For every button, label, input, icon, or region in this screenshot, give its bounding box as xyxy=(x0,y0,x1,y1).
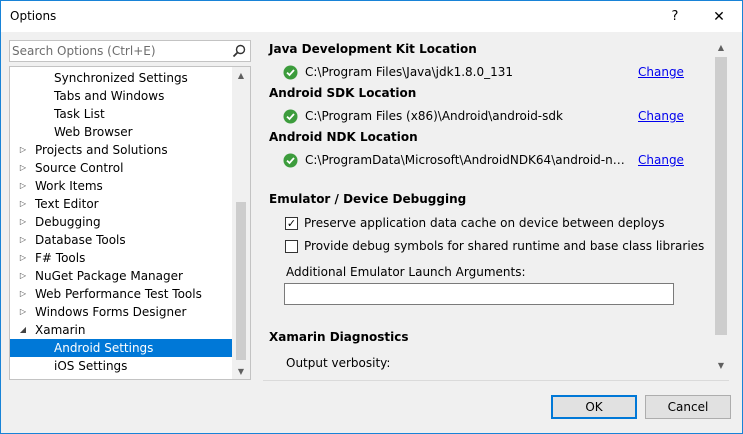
emulator-heading: Emulator / Device Debugging xyxy=(269,192,467,206)
jdk-row: C:\Program Files\Java\jdk1.8.0_131 Chang… xyxy=(283,64,684,82)
android-sdk-row: C:\Program Files (x86)\Android\android-s… xyxy=(283,108,684,126)
tree-item[interactable]: Web Browser xyxy=(10,123,232,141)
collapsed-arrow-icon[interactable]: ▷ xyxy=(18,303,28,321)
tree-item[interactable]: ▷ Windows Forms Designer xyxy=(10,303,232,321)
collapsed-arrow-icon[interactable]: ▷ xyxy=(18,213,28,231)
collapsed-arrow-icon[interactable]: ▷ xyxy=(18,249,28,267)
divider xyxy=(263,380,729,381)
tree-item-label: Source Control xyxy=(35,161,124,175)
tree-item-label: Tabs and Windows xyxy=(54,89,165,103)
search-icon[interactable] xyxy=(232,44,246,58)
expanded-arrow-icon[interactable]: ◢ xyxy=(18,321,28,339)
tree-item-label: Xamarin xyxy=(35,323,86,337)
title-bar[interactable]: Options ? ✕ xyxy=(1,1,742,32)
tree-item-label: Work Items xyxy=(35,179,103,193)
tree-item[interactable]: Android Settings xyxy=(10,339,232,357)
android-sdk-change-link[interactable]: Change xyxy=(638,109,684,123)
close-button[interactable]: ✕ xyxy=(703,1,735,32)
android-ndk-heading: Android NDK Location xyxy=(269,130,418,144)
preserve-cache-checkbox[interactable]: ✓ xyxy=(285,217,298,230)
settings-scroll-down-button[interactable]: ▼ xyxy=(713,357,729,373)
tree-item-label: Database Tools xyxy=(35,233,126,247)
collapsed-arrow-icon[interactable]: ▷ xyxy=(18,285,28,303)
preserve-cache-option[interactable]: ✓ Preserve application data cache on dev… xyxy=(285,216,705,232)
tree-item[interactable]: ▷ NuGet Package Manager xyxy=(10,267,232,285)
tree-item-label: F# Tools xyxy=(35,251,86,265)
settings-scroll-thumb[interactable] xyxy=(715,57,727,335)
android-ndk-row: C:\ProgramData\Microsoft\AndroidNDK64\an… xyxy=(283,152,684,170)
tree-item-label: Web Browser xyxy=(54,125,133,139)
verbosity-label: Output verbosity: xyxy=(286,356,391,370)
debug-symbols-checkbox[interactable] xyxy=(285,240,298,253)
options-dialog: Options ? ✕ iOS Settings Android Settings… xyxy=(0,0,743,434)
settings-scroll-up-button[interactable]: ▲ xyxy=(713,39,729,55)
collapsed-arrow-icon[interactable]: ▷ xyxy=(18,231,28,249)
tree-item-label: Task List xyxy=(54,107,105,121)
success-check-icon xyxy=(283,65,298,80)
tree-item-label: Synchronized Settings xyxy=(54,71,188,85)
tree-item-label: Windows Forms Designer xyxy=(35,305,187,319)
options-tree[interactable]: iOS Settings Android Settings ◢ Xamarin ▷ Win… xyxy=(9,66,251,380)
tree-scroll-up-button[interactable]: ▲ xyxy=(232,67,250,83)
jdk-path: C:\Program Files\Java\jdk1.8.0_131 xyxy=(305,65,514,79)
tree-item[interactable]: ▷ Text Editor xyxy=(10,195,232,213)
cancel-button[interactable]: Cancel xyxy=(645,395,731,419)
tree-item[interactable]: Synchronized Settings xyxy=(10,69,232,87)
tree-scrollbar[interactable]: ▲ ▼ xyxy=(232,67,250,379)
tree-item-label: Debugging xyxy=(35,215,101,229)
jdk-heading: Java Development Kit Location xyxy=(269,42,477,56)
tree-item[interactable]: ▷ Projects and Solutions xyxy=(10,141,232,159)
tree-item[interactable]: ▷ Source Control xyxy=(10,159,232,177)
help-button[interactable]: ? xyxy=(659,1,691,32)
preserve-cache-label[interactable]: Preserve application data cache on devic… xyxy=(304,216,665,230)
android-sdk-heading: Android SDK Location xyxy=(269,86,417,100)
launch-args-input[interactable] xyxy=(284,283,674,305)
debug-symbols-option[interactable]: Provide debug symbols for shared runtime… xyxy=(285,239,705,255)
tree-item[interactable]: ▷ Web Performance Test Tools xyxy=(10,285,232,303)
android-sdk-path: C:\Program Files (x86)\Android\android-s… xyxy=(305,109,563,123)
tree-scroll-down-button[interactable]: ▼ xyxy=(232,363,250,379)
debug-symbols-label[interactable]: Provide debug symbols for shared runtime… xyxy=(304,239,704,253)
tree-item[interactable]: iOS Settings xyxy=(10,357,232,375)
ok-button[interactable]: OK xyxy=(551,395,637,419)
jdk-change-link[interactable]: Change xyxy=(638,65,684,79)
tree-item-label: Text Editor xyxy=(35,197,99,211)
tree-scroll-thumb[interactable] xyxy=(236,202,246,360)
collapsed-arrow-icon[interactable]: ▷ xyxy=(18,141,28,159)
tree-item-label: Web Performance Test Tools xyxy=(35,287,202,301)
tree-item-label: Android Settings xyxy=(54,341,154,355)
success-check-icon xyxy=(283,153,298,168)
diagnostics-heading: Xamarin Diagnostics xyxy=(269,330,409,344)
android-ndk-change-link[interactable]: Change xyxy=(638,153,684,167)
tree-item[interactable]: ▷ Database Tools xyxy=(10,231,232,249)
collapsed-arrow-icon[interactable]: ▷ xyxy=(18,195,28,213)
launch-args-label: Additional Emulator Launch Arguments: xyxy=(286,265,526,279)
collapsed-arrow-icon[interactable]: ▷ xyxy=(18,267,28,285)
tree-item[interactable]: ▷ F# Tools xyxy=(10,249,232,267)
collapsed-arrow-icon[interactable]: ▷ xyxy=(18,177,28,195)
tree-item-label: iOS Settings xyxy=(54,359,128,373)
tree-item[interactable]: ▷ Debugging xyxy=(10,213,232,231)
tree-item-label: Projects and Solutions xyxy=(35,143,168,157)
collapsed-arrow-icon[interactable]: ▷ xyxy=(18,159,28,177)
settings-panel: Java Development Kit Location C:\Program… xyxy=(263,39,713,379)
tree-item[interactable]: Tabs and Windows xyxy=(10,87,232,105)
settings-scrollbar[interactable]: ▲ ▼ xyxy=(713,39,729,373)
tree-item-label: NuGet Package Manager xyxy=(35,269,183,283)
tree-item[interactable]: Task List xyxy=(10,105,232,123)
window-title: Options xyxy=(10,9,57,23)
success-check-icon xyxy=(283,109,298,124)
android-ndk-path: C:\ProgramData\Microsoft\AndroidNDK64\an… xyxy=(305,153,625,167)
search-box[interactable] xyxy=(9,40,251,62)
tree-item[interactable]: ◢ Xamarin xyxy=(10,321,232,339)
search-input[interactable] xyxy=(12,42,226,60)
tree-item[interactable]: ▷ Work Items xyxy=(10,177,232,195)
